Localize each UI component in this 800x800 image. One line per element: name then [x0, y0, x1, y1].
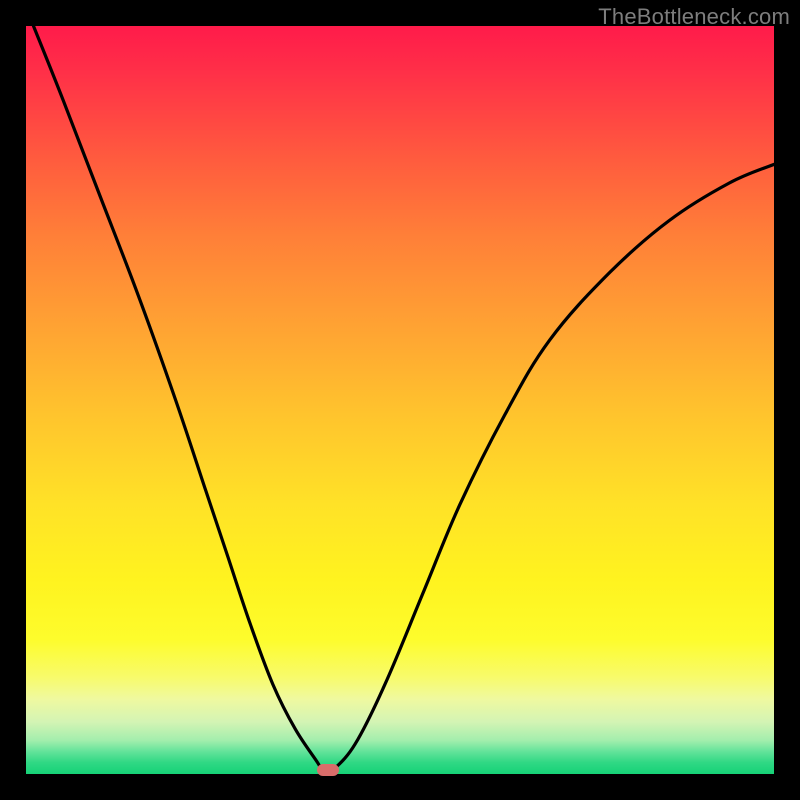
chart-frame — [26, 26, 774, 774]
curve-line — [26, 26, 774, 774]
bottleneck-marker — [317, 764, 339, 776]
